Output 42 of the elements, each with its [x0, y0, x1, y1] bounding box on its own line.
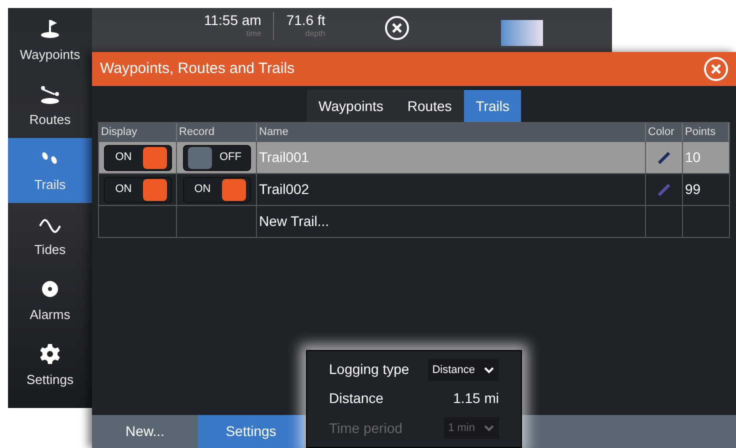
new-trail-item[interactable]: New Trail...: [259, 211, 330, 232]
sidebar-label: Waypoints: [20, 46, 80, 64]
tab[interactable]: Waypoints: [306, 90, 396, 122]
toggle-switch[interactable]: ON: [104, 144, 172, 170]
tab[interactable]: Routes: [395, 90, 464, 122]
sidebar-item[interactable]: Routes: [8, 73, 92, 138]
trail-name: Trail001: [259, 148, 310, 167]
sidebar-label: Routes: [29, 110, 71, 129]
toggle-label: ON: [114, 150, 133, 166]
toggle-switch[interactable]: ON: [104, 176, 172, 202]
readout-caption: depth: [304, 28, 326, 40]
tab[interactable]: Trails: [464, 90, 522, 122]
setting-value: 1.15 mi: [453, 389, 499, 408]
sidebar-item[interactable]: Trails: [8, 138, 92, 203]
setting-label: Time period: [329, 418, 402, 438]
sidebar-item[interactable]: Alarms: [8, 268, 92, 333]
points-value: 10: [685, 148, 701, 167]
table-row[interactable]: ON ON Trail002 99: [99, 173, 729, 205]
sidebar-label: Alarms: [30, 306, 70, 324]
dialog-title: Waypoints, Routes and Trails: [100, 58, 295, 79]
setting-label: Distance: [329, 389, 384, 408]
readout-value: 11:55 am: [204, 12, 262, 28]
dropdown[interactable]: Distance: [428, 358, 499, 381]
sidebar-item[interactable]: Waypoints: [8, 8, 92, 73]
sidebar-item[interactable]: Settings: [8, 333, 92, 398]
setting-label: Logging type: [329, 360, 410, 380]
table-row[interactable]: ON OFF Trail001 10: [99, 141, 729, 173]
toggle-label: OFF: [218, 150, 242, 166]
bottom-button[interactable]: Settings: [198, 415, 304, 448]
toggle-switch[interactable]: ON: [182, 176, 250, 202]
toggle-label: ON: [114, 182, 133, 198]
points-value: 99: [685, 180, 701, 199]
bottom-button[interactable]: New...: [92, 415, 198, 448]
toggle-label: ON: [193, 182, 212, 198]
sidebar-label: Trails: [34, 176, 66, 194]
readout-value: 71.6 ft: [286, 12, 326, 28]
sidebar-label: Settings: [26, 370, 74, 389]
readout-caption: time: [245, 28, 262, 40]
sidebar-item[interactable]: Tides: [8, 203, 92, 268]
trail-name: Trail002: [259, 180, 310, 199]
sidebar-label: Tides: [34, 240, 66, 259]
toggle-switch[interactable]: OFF: [182, 144, 250, 170]
